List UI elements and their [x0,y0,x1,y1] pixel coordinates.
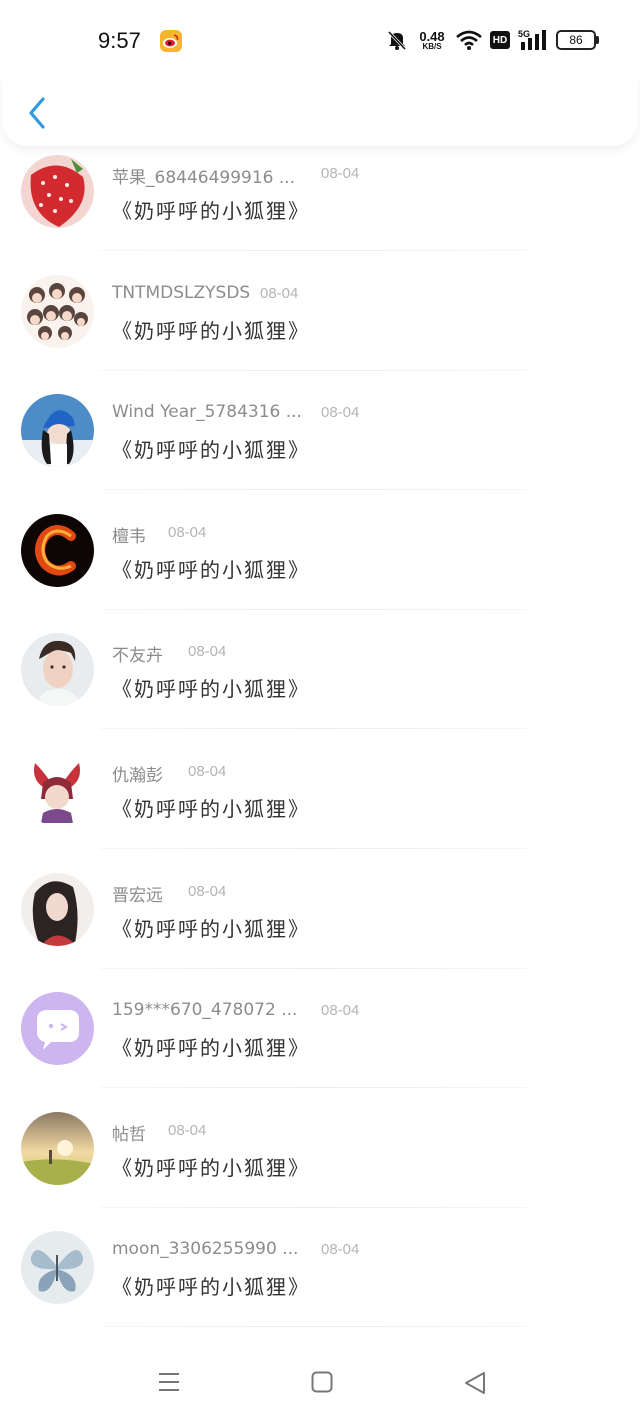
comment-list: 苹果_68446499916 ... 08-04 《奶呼呼的小狐狸》 TNTMD… [0,150,640,1346]
list-item[interactable]: 不友卉 08-04 《奶呼呼的小狐狸》 [0,628,640,748]
comment-date: 08-04 [168,523,207,541]
comment-message: 《奶呼呼的小狐狸》 [112,557,310,582]
hd-icon: HD [490,31,510,49]
list-item[interactable]: moon_3306255990 ... 08-04 《奶呼呼的小狐狸》 [0,1226,640,1346]
net-speed: 0.48 KB/S [416,30,448,51]
strawberry-avatar[interactable] [21,155,94,228]
status-icons: 0.48 KB/S HD 5G 86 [386,26,599,54]
divider [100,250,530,251]
chevron-left-icon[interactable] [26,96,50,130]
commenter-name[interactable]: 159***670_478072 ... [112,1000,297,1020]
comment-message: 《奶呼呼的小狐狸》 [112,916,310,941]
net-speed-value: 0.48 [419,28,445,44]
girl-drawing-avatar[interactable] [21,872,94,946]
divider [100,369,530,371]
status-time: 9:57 [98,28,141,53]
system-nav-bar [0,1360,640,1410]
fire-letter-avatar[interactable] [21,513,94,587]
divider [100,608,530,610]
comment-message: 《奶呼呼的小狐狸》 [112,796,310,821]
divider [100,1326,530,1328]
blue-cap-avatar[interactable] [21,394,94,468]
divider [100,847,530,849]
sunset-field-avatar[interactable] [21,1111,94,1185]
list-item[interactable]: 苹果_68446499916 ... 08-04 《奶呼呼的小狐狸》 [0,150,640,270]
comment-date: 08-04 [260,284,299,302]
list-item[interactable]: 檀韦 08-04 《奶呼呼的小狐狸》 [0,509,640,629]
commenter-name[interactable]: 仇瀚彭 [112,761,163,786]
weibo-icon [160,30,182,52]
commenter-name[interactable]: 檀韦 [112,522,146,547]
comment-message: 《奶呼呼的小狐狸》 [112,199,310,223]
commenter-name[interactable]: TNTMDSLZYSDS [112,283,250,303]
battery-icon: 86 [556,30,599,50]
comment-date: 08-04 [321,165,360,182]
comment-message: 《奶呼呼的小狐狸》 [112,438,310,463]
network-label: 5G [518,29,530,39]
comment-date: 08-04 [321,1002,360,1020]
commenter-name[interactable]: 晋宏远 [112,881,163,906]
signal-icon: 5G [518,29,546,50]
net-speed-unit: KB/S [422,41,442,51]
commenter-name[interactable]: moon_3306255990 ... [112,1239,298,1259]
comment-date: 08-04 [168,1121,207,1139]
comment-date: 08-04 [188,643,227,661]
status-bar: 9:57 0.48 KB/S HD 5G 86 [0,0,640,80]
battery-level: 86 [569,33,583,47]
butterfly-avatar[interactable] [21,1231,94,1305]
comment-date: 08-04 [188,762,227,780]
header [2,76,638,146]
man-portrait-avatar[interactable] [21,633,94,707]
divider [100,1087,530,1089]
group-cartoon-avatar[interactable] [21,274,94,348]
comment-message: 《奶呼呼的小狐狸》 [112,677,310,702]
list-item[interactable]: TNTMDSLZYSDS 08-04 《奶呼呼的小狐狸》 [0,270,640,390]
list-item[interactable]: 159***670_478072 ... 08-04 《奶呼呼的小狐狸》 [0,987,640,1107]
comment-date: 08-04 [321,404,360,422]
comment-date: 08-04 [321,1241,360,1259]
menu-icon[interactable] [157,1370,181,1394]
comment-message: 《奶呼呼的小狐狸》 [112,318,310,343]
list-item[interactable]: 帖哲 08-04 《奶呼呼的小狐狸》 [0,1107,640,1227]
anime-character-avatar[interactable] [21,752,94,826]
commenter-name[interactable]: 不友卉 [112,641,163,666]
comment-message: 《奶呼呼的小狐狸》 [112,1036,310,1061]
commenter-name[interactable]: 苹果_68446499916 ... [112,163,295,188]
list-item[interactable]: Wind Year_5784316 ... 08-04 《奶呼呼的小狐狸》 [0,389,640,509]
divider [100,967,530,969]
commenter-name[interactable]: 帖哲 [112,1120,146,1145]
home-square-icon[interactable] [310,1370,334,1394]
commenter-name[interactable]: Wind Year_5784316 ... [112,402,302,422]
divider [100,728,530,730]
chat-bubble-avatar[interactable] [21,992,94,1066]
comment-date: 08-04 [188,882,227,900]
mute-bell-icon [387,30,407,51]
list-item[interactable]: 仇瀚彭 08-04 《奶呼呼的小狐狸》 [0,748,640,868]
divider [100,1206,530,1208]
comment-message: 《奶呼呼的小狐狸》 [112,1275,310,1300]
wifi-icon [456,30,482,50]
list-item[interactable]: 晋宏远 08-04 《奶呼呼的小狐狸》 [0,868,640,988]
comment-message: 《奶呼呼的小狐狸》 [112,1155,310,1180]
divider [100,489,530,491]
back-triangle-icon[interactable] [462,1370,488,1396]
